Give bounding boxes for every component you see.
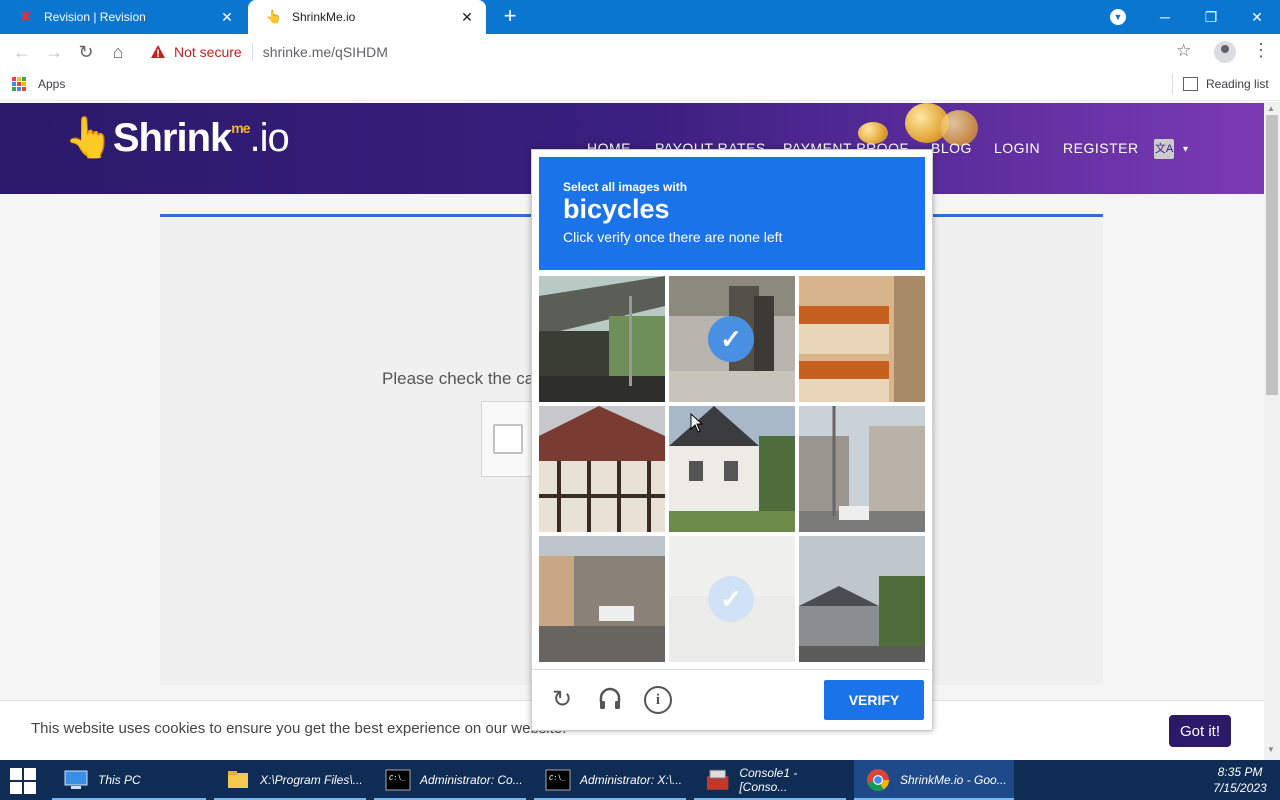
minimize-button[interactable]: ─ [1142,0,1188,34]
challenge-tile-8[interactable]: ✓ [669,536,795,662]
computer-icon [64,770,88,789]
address-bar[interactable]: Not secure shrinke.me/qSIHDM [140,38,1202,66]
logo-text: Shrink [112,116,232,160]
challenge-tile-3[interactable] [799,276,925,402]
chrome-icon [867,769,889,791]
taskbar-cmd-1[interactable]: C:\_ Administrator: Co... [374,760,526,800]
security-status[interactable]: Not secure [174,44,242,60]
challenge-tile-2[interactable]: ✓ [669,276,795,402]
taskbar-label: X:\Program Files\... [260,773,363,787]
revision-favicon-icon: ✘ [20,9,32,24]
svg-text:C:\_: C:\_ [389,775,406,783]
challenge-tile-1[interactable] [539,276,665,402]
restore-button[interactable]: ❐ [1188,0,1234,34]
taskbar-label: This PC [98,773,141,787]
headphones-icon[interactable] [596,686,624,714]
cookie-message: This website uses cookies to ensure you … [31,720,567,737]
bookmarks-bar [0,70,1280,101]
taskbar-label: Console1 - [Conso... [739,766,798,794]
clock-time: 8:35 PM [1217,765,1263,779]
language-icon[interactable]: 文A [1154,139,1174,159]
taskbar-label: ShrinkMe.io - Goo... [900,773,1007,787]
challenge-tile-4[interactable] [539,406,665,532]
site-logo[interactable]: 👆Shrinkme.io [64,114,290,161]
close-tab-icon[interactable]: ✕ [216,9,238,26]
nav-register[interactable]: REGISTER [1063,140,1139,156]
logo-me: me [231,120,250,136]
tab-search-icon[interactable]: ▼ [1110,9,1126,25]
clock-date: 7/15/2023 [1213,781,1267,795]
divider [532,669,930,670]
cmd-icon: C:\_ [545,769,571,791]
logo-io: .io [249,116,290,160]
mouse-cursor-icon [690,413,704,433]
reload-button[interactable]: ↻ [74,40,98,64]
taskbar-cmd-2[interactable]: C:\_ Administrator: X:\... [534,760,686,800]
windows-start-icon[interactable] [10,768,36,794]
reading-list-icon[interactable] [1183,77,1198,91]
challenge-tile-5[interactable] [669,406,795,532]
nav-blog[interactable]: BLOG [931,140,972,156]
challenge-target: bicycles [563,194,670,224]
taskbar-console[interactable]: Console1 - [Conso... [694,760,846,800]
verify-button[interactable]: VERIFY [824,680,924,720]
pointing-hand-icon: 👆 [64,116,114,160]
mmc-icon [706,769,729,790]
divider [1172,74,1173,94]
scroll-up-icon[interactable]: ▲ [1267,104,1275,113]
divider [251,43,253,61]
taskbar-label: Administrator: Co... [420,773,523,787]
tab-shrinkme[interactable]: 👆 ShrinkMe.io ✕ [248,0,486,34]
folder-icon [228,771,248,788]
info-icon[interactable]: i [644,686,672,714]
taskbar-this-pc[interactable]: This PC [52,760,206,800]
taskbar-chrome[interactable]: ShrinkMe.io - Goo... [854,760,1014,800]
apps-bookmark[interactable]: Apps [38,77,65,91]
url-text[interactable]: shrinke.me/qSIHDM [263,44,388,60]
recaptcha-checkbox[interactable] [493,424,523,454]
challenge-hint: Click verify once there are none left [563,229,783,245]
system-clock[interactable]: 8:35 PM 7/15/2023 [1210,764,1270,796]
reload-icon[interactable]: ↻ [548,686,576,714]
new-tab-button[interactable]: + [498,4,522,28]
challenge-instruction: Select all images with [563,180,688,194]
home-button[interactable]: ⌂ [106,40,130,64]
profile-avatar-icon[interactable] [1214,41,1236,63]
menu-kebab-icon[interactable]: ⋮ [1252,40,1270,61]
cmd-icon: C:\_ [385,769,411,791]
close-window-button[interactable]: ✕ [1234,0,1280,34]
challenge-tile-7[interactable] [539,536,665,662]
forward-button[interactable]: → [42,40,66,64]
apps-grid-icon[interactable] [12,77,26,91]
scrollbar-thumb[interactable] [1266,115,1278,395]
svg-text:C:\_: C:\_ [549,775,566,783]
shrinkme-favicon-icon: 👆 [265,9,283,24]
scroll-down-icon[interactable]: ▼ [1267,745,1275,754]
tab-revision[interactable]: ✘ Revision | Revision ✕ [0,0,246,34]
challenge-tile-9[interactable] [799,536,925,662]
challenge-tile-6[interactable] [799,406,925,532]
cookie-accept-button[interactable]: Got it! [1169,715,1231,747]
nav-login[interactable]: LOGIN [994,140,1040,156]
tab-title: ShrinkMe.io [292,10,356,24]
caret-down-icon[interactable]: ▾ [1183,144,1188,155]
taskbar-explorer[interactable]: X:\Program Files\... [214,760,366,800]
back-button[interactable]: ← [10,40,34,64]
warning-icon[interactable] [150,44,166,60]
bookmark-star-icon[interactable]: ☆ [1176,41,1191,61]
tab-strip: ✘ Revision | Revision ✕ 👆 ShrinkMe.io ✕ [0,0,1280,34]
taskbar-label: Administrator: X:\... [580,773,683,787]
tab-title: Revision | Revision [44,10,146,24]
close-tab-icon[interactable]: ✕ [456,9,478,26]
reading-list-button[interactable]: Reading list [1206,77,1269,91]
captcha-instruction: Please check the ca [382,369,535,388]
selected-check-icon: ✓ [708,316,754,362]
selected-check-icon: ✓ [708,576,754,622]
